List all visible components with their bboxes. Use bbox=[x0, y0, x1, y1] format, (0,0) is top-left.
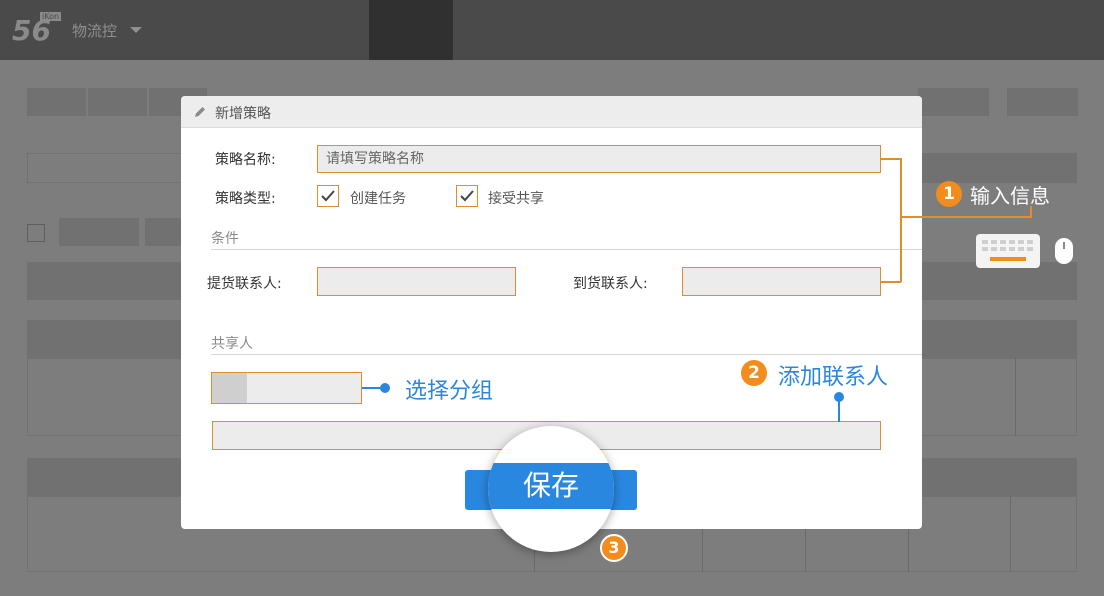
step1-badge: 1 bbox=[936, 181, 962, 207]
step1-connector bbox=[900, 158, 902, 282]
bg-button bbox=[145, 218, 181, 246]
sharers-section-title: 共享人 bbox=[211, 336, 253, 352]
strategy-name-input[interactable]: 请填写策略名称 bbox=[317, 145, 881, 173]
step2-connector bbox=[838, 400, 840, 422]
conditions-divider bbox=[211, 249, 922, 250]
pencil-icon bbox=[195, 107, 205, 117]
step1-connector bbox=[880, 281, 901, 283]
bg-button bbox=[1007, 88, 1078, 116]
bg-divider bbox=[1010, 496, 1011, 572]
bg-button bbox=[918, 88, 989, 116]
bg-tab bbox=[88, 88, 147, 116]
strategy-name-label: 策略名称: bbox=[215, 152, 276, 168]
group-select[interactable] bbox=[211, 372, 362, 404]
active-top-tab[interactable] bbox=[369, 0, 453, 60]
check-icon bbox=[321, 190, 335, 202]
select-group-callout: 选择分组 bbox=[405, 379, 494, 404]
sharers-divider bbox=[211, 354, 922, 355]
select-group-dot bbox=[380, 383, 390, 393]
mouse-icon bbox=[1055, 238, 1073, 264]
dialog-header: 新增策略 bbox=[181, 96, 922, 128]
step3-badge: 3 bbox=[600, 534, 628, 562]
bg-divider bbox=[1015, 358, 1016, 436]
magnified-save-button[interactable]: 保存 bbox=[488, 463, 614, 509]
create-task-label: 创建任务 bbox=[350, 191, 406, 207]
step2-callout: 添加联系人 bbox=[778, 365, 889, 390]
bg-button bbox=[922, 153, 1077, 183]
bg-button bbox=[59, 218, 139, 246]
delivery-contact-input[interactable] bbox=[682, 267, 881, 296]
bg-search-field bbox=[27, 153, 183, 183]
accept-share-label: 接受共享 bbox=[488, 191, 544, 207]
save-magnifier: 保存 bbox=[488, 426, 614, 552]
app-name[interactable]: 物流控 bbox=[72, 20, 117, 41]
bg-tab bbox=[27, 88, 86, 116]
strategy-type-label: 策略类型: bbox=[215, 191, 276, 207]
pickup-contact-label: 提货联系人: bbox=[207, 276, 282, 292]
bg-checkbox bbox=[27, 224, 45, 242]
step1-callout: 输入信息 bbox=[970, 184, 1050, 208]
pickup-contact-input[interactable] bbox=[317, 267, 516, 296]
step1-connector bbox=[901, 216, 1031, 218]
chevron-down-icon[interactable] bbox=[130, 27, 142, 33]
top-navigation-bar: 56 iKon 物流控 bbox=[0, 0, 1104, 60]
create-task-checkbox[interactable] bbox=[317, 185, 339, 207]
keyboard-icon bbox=[976, 234, 1040, 268]
dialog-title: 新增策略 bbox=[215, 106, 271, 122]
step2-badge: 2 bbox=[741, 360, 767, 386]
accept-share-checkbox[interactable] bbox=[456, 185, 478, 207]
conditions-section-title: 条件 bbox=[211, 231, 239, 247]
group-select-handle bbox=[212, 373, 247, 403]
logo-tag: iKon bbox=[40, 12, 62, 21]
delivery-contact-label: 到货联系人: bbox=[573, 276, 648, 292]
step1-connector bbox=[880, 158, 901, 160]
app-logo: 56 iKon bbox=[12, 10, 62, 48]
check-icon bbox=[460, 190, 474, 202]
